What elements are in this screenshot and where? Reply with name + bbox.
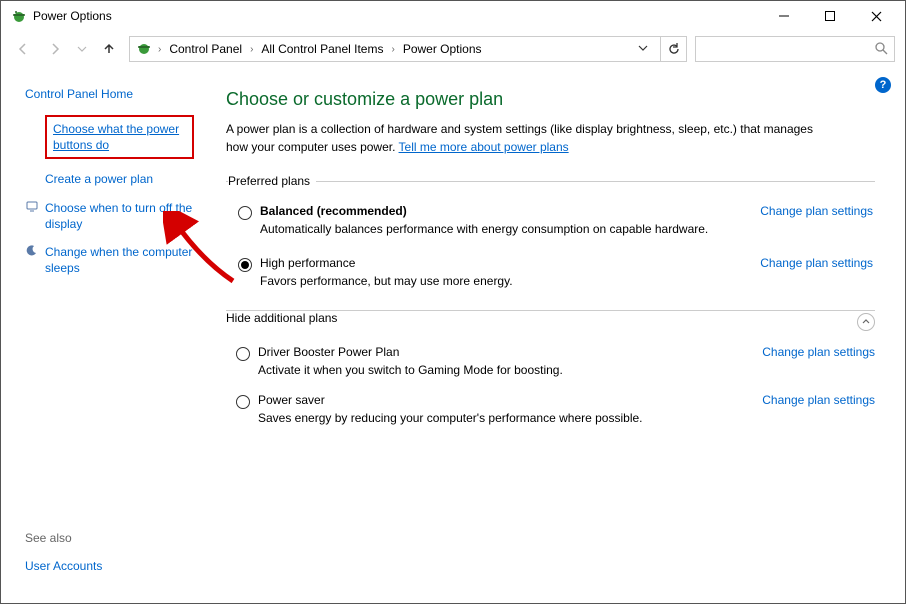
sidebar-item-label: Choose what the power buttons do: [45, 115, 194, 159]
plan-name[interactable]: Balanced (recommended): [260, 204, 740, 218]
nav-up-button[interactable]: [97, 37, 121, 61]
sidebar-item-power-buttons[interactable]: Choose what the power buttons do: [25, 115, 194, 159]
window-controls: [761, 1, 899, 31]
breadcrumb-history-dropdown[interactable]: [632, 43, 654, 56]
preferred-plans-group: Preferred plans Balanced (recommended) A…: [226, 174, 875, 296]
see-also-label: See also: [25, 531, 102, 545]
refresh-button[interactable]: [661, 36, 687, 62]
preferred-plans-legend: Preferred plans: [228, 174, 316, 188]
window-title: Power Options: [33, 9, 112, 23]
plan-description: Automatically balances performance with …: [260, 222, 740, 236]
plan-description: Saves energy by reducing your computer's…: [258, 411, 742, 425]
sidebar-item-label: Create a power plan: [45, 171, 153, 187]
minimize-button[interactable]: [761, 1, 807, 31]
change-plan-settings-link[interactable]: Change plan settings: [740, 204, 873, 236]
radio-balanced[interactable]: [238, 206, 252, 220]
breadcrumb-icon: [136, 40, 152, 59]
plan-name[interactable]: Power saver: [258, 393, 742, 407]
sidebar-item-label: Choose when to turn off the display: [45, 200, 194, 232]
help-icon[interactable]: ?: [875, 77, 891, 93]
radio-power-saver[interactable]: [236, 395, 250, 409]
search-input[interactable]: [695, 36, 895, 62]
address-toolbar: › Control Panel › All Control Panel Item…: [1, 31, 905, 67]
main-panel: ? Choose or customize a power plan A pow…: [206, 67, 905, 603]
nav-back-button[interactable]: [11, 37, 35, 61]
close-button[interactable]: [853, 1, 899, 31]
search-icon: [874, 41, 888, 58]
bullet-icon: [25, 171, 39, 187]
change-plan-settings-link[interactable]: Change plan settings: [742, 393, 875, 425]
radio-high-performance[interactable]: [238, 258, 252, 272]
power-options-icon: [11, 8, 27, 24]
sidebar-home-link[interactable]: Control Panel Home: [25, 87, 133, 101]
bullet-icon: [25, 115, 39, 159]
plan-name[interactable]: Driver Booster Power Plan: [258, 345, 742, 359]
change-plan-settings-link[interactable]: Change plan settings: [740, 256, 873, 288]
display-icon: [25, 200, 39, 232]
plan-description: Favors performance, but may use more ene…: [260, 274, 740, 288]
plan-high-performance: High performance Favors performance, but…: [238, 256, 873, 288]
plan-driver-booster: Driver Booster Power Plan Activate it wh…: [236, 345, 875, 377]
plan-name[interactable]: High performance: [260, 256, 740, 270]
collapse-button[interactable]: [857, 313, 875, 331]
plan-power-saver: Power saver Saves energy by reducing you…: [236, 393, 875, 425]
sidebar-item-create-plan[interactable]: Create a power plan: [25, 171, 194, 187]
breadcrumb-seg-control-panel[interactable]: Control Panel: [167, 40, 244, 58]
radio-driver-booster[interactable]: [236, 347, 250, 361]
plan-description: Activate it when you switch to Gaming Mo…: [258, 363, 742, 377]
change-plan-settings-link[interactable]: Change plan settings: [742, 345, 875, 377]
moon-icon: [25, 244, 39, 276]
sidebar-item-label: Change when the computer sleeps: [45, 244, 194, 276]
sidebar-item-turn-off-display[interactable]: Choose when to turn off the display: [25, 200, 194, 232]
chevron-right-icon: ›: [250, 44, 253, 55]
page-title: Choose or customize a power plan: [226, 89, 875, 110]
chevron-right-icon: ›: [158, 44, 161, 55]
nav-forward-button[interactable]: [43, 37, 67, 61]
learn-more-link[interactable]: Tell me more about power plans: [399, 140, 569, 154]
sidebar-item-computer-sleeps[interactable]: Change when the computer sleeps: [25, 244, 194, 276]
chevron-right-icon: ›: [391, 44, 394, 55]
nav-recent-dropdown[interactable]: [75, 37, 89, 61]
see-also-section: See also User Accounts: [25, 531, 102, 573]
sidebar: Control Panel Home Choose what the power…: [1, 67, 206, 603]
see-also-user-accounts-link[interactable]: User Accounts: [25, 559, 102, 573]
hide-additional-plans-row: Hide additional plans: [226, 310, 875, 331]
breadcrumb-bar[interactable]: › Control Panel › All Control Panel Item…: [129, 36, 661, 62]
page-description: A power plan is a collection of hardware…: [226, 120, 826, 156]
titlebar: Power Options: [1, 1, 905, 31]
content-area: Control Panel Home Choose what the power…: [1, 67, 905, 603]
maximize-button[interactable]: [807, 1, 853, 31]
breadcrumb-seg-all-items[interactable]: All Control Panel Items: [259, 40, 385, 58]
breadcrumb-seg-power-options[interactable]: Power Options: [401, 40, 484, 58]
plan-balanced: Balanced (recommended) Automatically bal…: [238, 204, 873, 236]
hide-additional-plans-label: Hide additional plans: [226, 311, 343, 325]
